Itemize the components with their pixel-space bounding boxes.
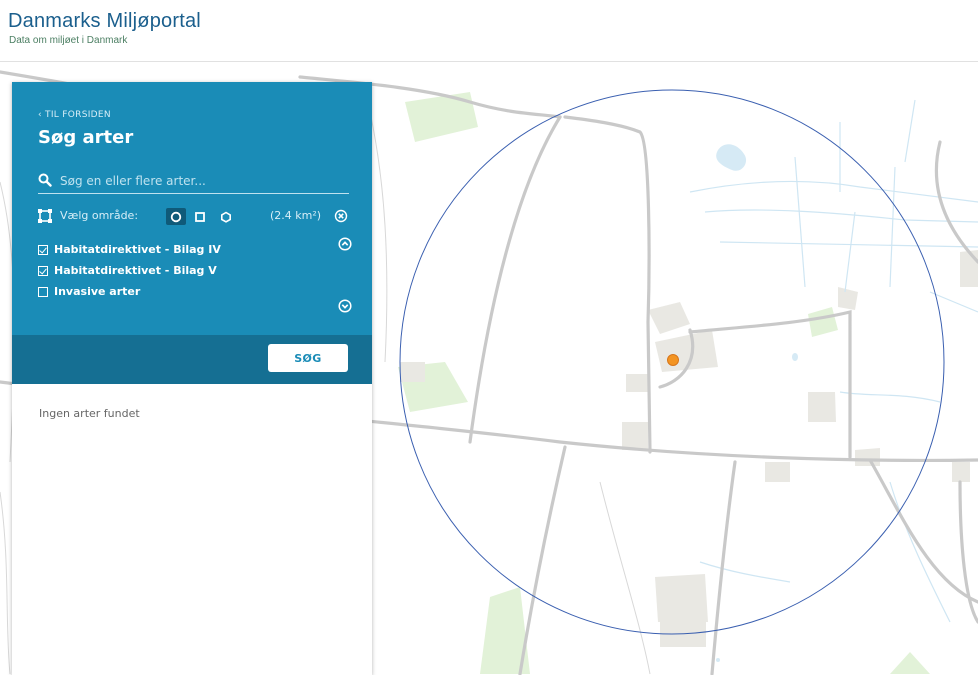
checkbox-unchecked[interactable] — [38, 287, 48, 297]
area-selector: Vælg område: (2.4 km²) — [38, 208, 352, 226]
species-search-row — [38, 170, 349, 194]
circle-shape-icon — [170, 211, 182, 222]
panel-title: Søg arter — [38, 127, 134, 148]
filter-label: Invasive arter — [54, 285, 141, 298]
filter-label: Habitatdirektivet - Bilag V — [54, 264, 217, 277]
chevron-down-circle-icon[interactable] — [338, 299, 352, 313]
area-label: Vælg område: — [60, 209, 139, 222]
area-select-icon — [38, 209, 52, 223]
no-results-text: Ingen arter fundet — [39, 407, 140, 420]
brand-title[interactable]: Danmarks Miljøportal — [8, 10, 201, 33]
map-water — [716, 144, 798, 662]
filter-list: Habitatdirektivet - Bilag IV Habitatdire… — [38, 242, 338, 305]
brand-subtitle: Data om miljøet i Danmark — [9, 35, 128, 46]
filter-habitat-bilag-v[interactable]: Habitatdirektivet - Bilag V — [38, 263, 338, 281]
search-icon — [38, 173, 52, 187]
square-shape-button[interactable] — [190, 208, 210, 225]
checkbox-checked[interactable] — [38, 245, 48, 255]
panel-footer: SØG — [12, 335, 372, 384]
filter-label: Habitatdirektivet - Bilag IV — [54, 243, 221, 256]
close-circle-icon[interactable] — [334, 209, 348, 223]
location-marker[interactable] — [667, 354, 679, 366]
filter-invasive-species[interactable]: Invasive arter — [38, 284, 338, 302]
map-buildings — [400, 250, 978, 647]
species-search-panel: ‹ TIL FORSIDEN Søg arter Vælg område: — [12, 82, 372, 675]
circle-shape-button[interactable] — [166, 208, 186, 225]
polygon-shape-icon — [220, 211, 231, 223]
chevron-up-circle-icon[interactable] — [338, 237, 352, 251]
polygon-shape-button[interactable] — [216, 208, 236, 225]
back-to-home-link[interactable]: ‹ TIL FORSIDEN — [38, 110, 111, 120]
app-header: Danmarks Miljøportal Data om miljøet i D… — [0, 0, 978, 62]
search-form: ‹ TIL FORSIDEN Søg arter Vælg område: — [12, 82, 372, 335]
species-search-input[interactable] — [60, 170, 345, 192]
search-button[interactable]: SØG — [268, 344, 348, 372]
area-size: (2.4 km²) — [270, 209, 322, 222]
checkbox-checked[interactable] — [38, 266, 48, 276]
filter-habitat-bilag-iv[interactable]: Habitatdirektivet - Bilag IV — [38, 242, 338, 260]
map-streams — [689, 99, 978, 623]
square-shape-icon — [195, 211, 205, 222]
